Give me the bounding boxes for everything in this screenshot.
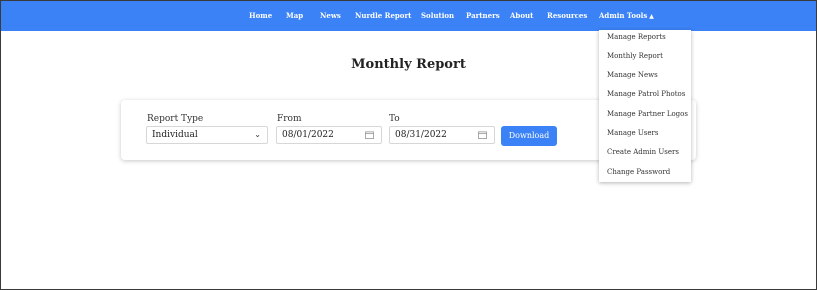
menu-item-manage-news[interactable]: Manage News <box>607 71 658 79</box>
nav-nurdle-report[interactable]: Nurdle Report <box>355 1 411 31</box>
report-type-select[interactable]: Individual ⌄ <box>146 126 268 144</box>
menu-item-monthly-report[interactable]: Monthly Report <box>607 52 663 60</box>
calendar-icon[interactable] <box>365 131 374 139</box>
nav-about[interactable]: About <box>510 1 533 31</box>
to-date-input[interactable]: 08/31/2022 <box>389 126 495 144</box>
nav-admin-tools[interactable]: Admin Tools ▲ <box>599 1 654 31</box>
chevron-down-icon: ⌄ <box>254 130 261 139</box>
report-type-value: Individual <box>152 130 198 140</box>
menu-item-manage-users[interactable]: Manage Users <box>607 129 658 137</box>
menu-item-manage-reports[interactable]: Manage Reports <box>607 33 666 41</box>
nav-home[interactable]: Home <box>249 1 272 31</box>
nav-map[interactable]: Map <box>286 1 303 31</box>
menu-item-manage-patrol-photos[interactable]: Manage Patrol Photos <box>607 90 685 98</box>
nav-news[interactable]: News <box>320 1 341 31</box>
nav-solution[interactable]: Solution <box>421 1 454 31</box>
page-title: Monthly Report <box>351 57 466 72</box>
menu-item-manage-partner-logos[interactable]: Manage Partner Logos <box>607 110 688 118</box>
report-type-label: Report Type <box>147 114 204 124</box>
caret-up-icon: ▲ <box>649 13 654 20</box>
calendar-icon[interactable] <box>478 131 487 139</box>
admin-tools-label: Admin Tools <box>599 11 648 20</box>
top-navbar: Home Map News Nurdle Report Solution Par… <box>1 1 816 31</box>
download-button[interactable]: Download <box>501 126 557 146</box>
from-date-value: 08/01/2022 <box>282 130 334 140</box>
to-label: To <box>389 114 400 124</box>
from-date-input[interactable]: 08/01/2022 <box>276 126 382 144</box>
menu-item-change-password[interactable]: Change Password <box>607 168 670 176</box>
nav-resources[interactable]: Resources <box>547 1 587 31</box>
admin-tools-dropdown: Manage Reports Monthly Report Manage New… <box>599 30 691 182</box>
nav-partners[interactable]: Partners <box>466 1 500 31</box>
menu-item-create-admin-users[interactable]: Create Admin Users <box>607 148 679 156</box>
from-label: From <box>277 114 302 124</box>
to-date-value: 08/31/2022 <box>395 130 447 140</box>
